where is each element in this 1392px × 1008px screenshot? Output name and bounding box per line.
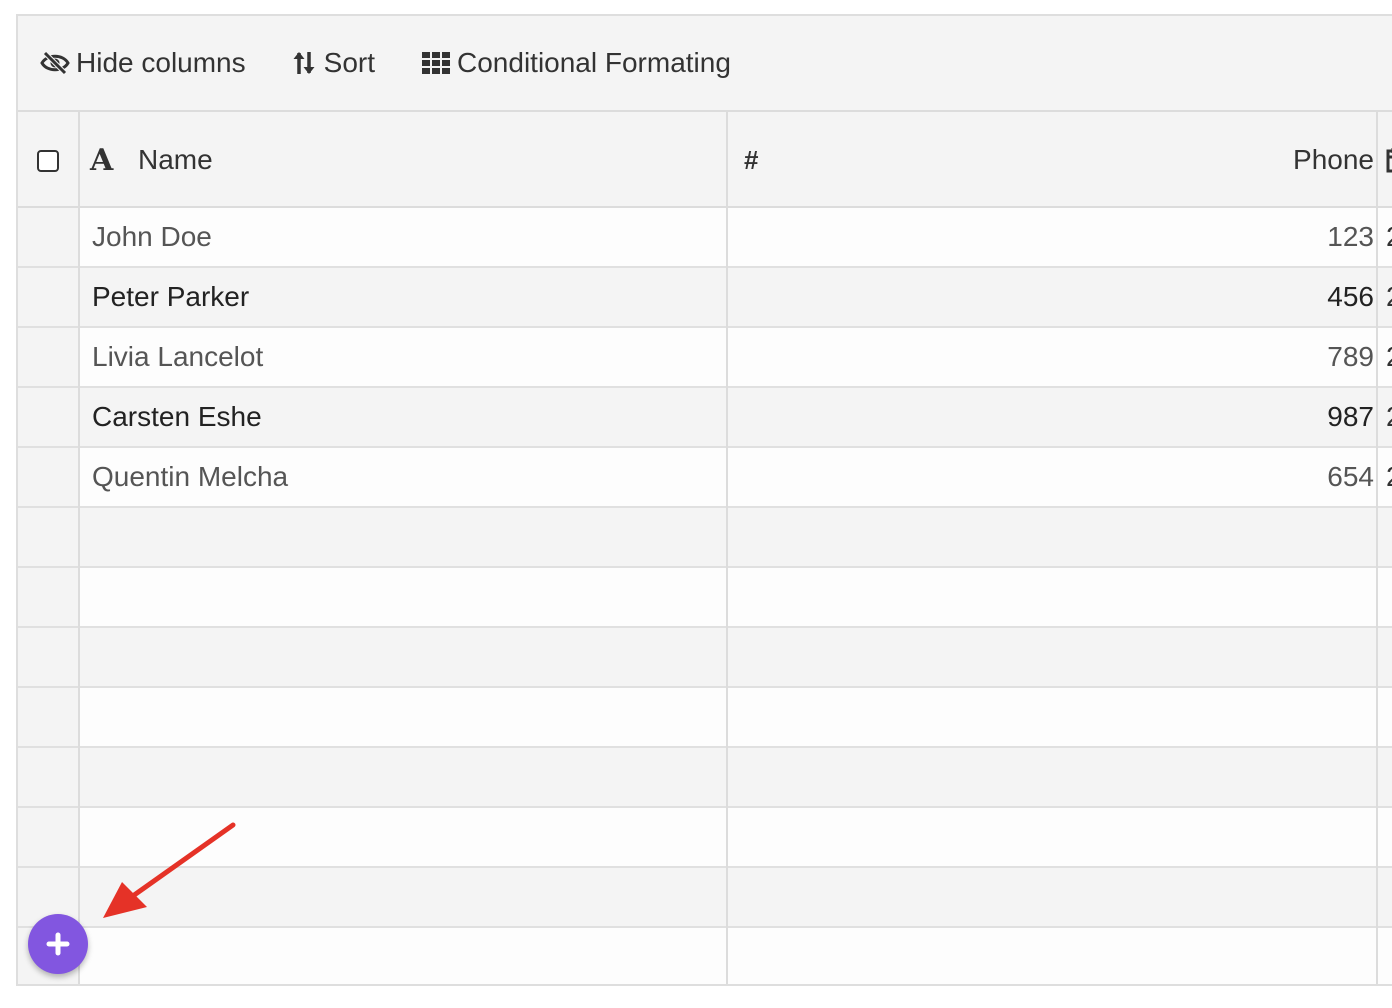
hide-columns-button[interactable]: Hide columns bbox=[40, 47, 246, 79]
select-all-checkbox[interactable] bbox=[37, 150, 59, 172]
cell-next-column[interactable]: 2 bbox=[1386, 388, 1392, 446]
table-row[interactable]: Quentin Melcha 654 2 bbox=[18, 448, 1392, 508]
table-row[interactable] bbox=[18, 508, 1392, 568]
cell-phone[interactable]: 654 bbox=[1327, 448, 1374, 506]
column-divider bbox=[1376, 112, 1378, 984]
table-row[interactable] bbox=[18, 928, 1392, 984]
calendar-icon bbox=[1386, 148, 1392, 173]
text-a-icon: A bbox=[90, 142, 114, 178]
sort-arrows-icon bbox=[293, 52, 315, 74]
eye-slash-icon bbox=[40, 51, 70, 75]
column-phone-label: Phone bbox=[1293, 144, 1374, 175]
sort-label: Sort bbox=[323, 47, 375, 78]
table-row[interactable]: Carsten Eshe 987 2 bbox=[18, 388, 1392, 448]
table-row[interactable] bbox=[18, 748, 1392, 808]
cell-name[interactable]: Peter Parker bbox=[92, 268, 249, 326]
table-row[interactable]: Peter Parker 456 2 bbox=[18, 268, 1392, 328]
column-header-phone[interactable]: Phone bbox=[1293, 112, 1374, 208]
row-select-cell[interactable] bbox=[18, 628, 80, 686]
column-name-label: Name bbox=[138, 144, 213, 175]
row-select-cell[interactable] bbox=[18, 268, 80, 326]
cell-phone[interactable]: 456 bbox=[1327, 268, 1374, 326]
row-select-cell[interactable] bbox=[18, 208, 80, 266]
cell-phone[interactable]: 987 bbox=[1327, 388, 1374, 446]
row-select-cell[interactable] bbox=[18, 328, 80, 386]
cell-next-column[interactable]: 2 bbox=[1386, 208, 1392, 266]
conditional-formatting-label: Conditional Formating bbox=[457, 47, 731, 78]
cell-next-column[interactable]: 2 bbox=[1386, 268, 1392, 326]
cell-next-column[interactable]: 2 bbox=[1386, 448, 1392, 506]
row-select-cell[interactable] bbox=[18, 748, 80, 806]
cell-name[interactable]: Quentin Melcha bbox=[92, 448, 288, 506]
toolbar: Hide columns Sort Conditional Formating bbox=[18, 16, 1392, 112]
column-divider bbox=[78, 112, 80, 984]
cell-name[interactable]: Livia Lancelot bbox=[92, 328, 263, 386]
cell-name[interactable]: John Doe bbox=[92, 208, 212, 266]
grid-icon bbox=[422, 52, 450, 74]
table-row[interactable] bbox=[18, 868, 1392, 928]
row-select-cell[interactable] bbox=[18, 568, 80, 626]
hide-columns-label: Hide columns bbox=[76, 47, 246, 78]
sort-button[interactable]: Sort bbox=[292, 47, 375, 79]
table-row[interactable] bbox=[18, 568, 1392, 628]
cell-phone[interactable]: 123 bbox=[1327, 208, 1374, 266]
row-select-cell[interactable] bbox=[18, 508, 80, 566]
column-divider bbox=[726, 112, 728, 984]
column-header-name[interactable]: A Name bbox=[90, 112, 213, 208]
table-row[interactable]: John Doe 123 2 bbox=[18, 208, 1392, 268]
plus-icon bbox=[46, 932, 70, 956]
row-select-cell[interactable] bbox=[18, 388, 80, 446]
table-row[interactable]: Livia Lancelot 789 2 bbox=[18, 328, 1392, 388]
table-body: John Doe1232Peter Parker4562Livia Lancel… bbox=[18, 208, 1392, 984]
row-select-cell[interactable] bbox=[18, 808, 80, 866]
row-select-cell[interactable] bbox=[18, 448, 80, 506]
row-select-cell[interactable] bbox=[18, 688, 80, 746]
cell-name[interactable]: Carsten Eshe bbox=[92, 388, 262, 446]
add-row-button[interactable] bbox=[28, 914, 88, 974]
table-view: Hide columns Sort Conditional Formating … bbox=[16, 14, 1392, 986]
table-header: A Name # Phone bbox=[18, 112, 1392, 208]
conditional-formatting-button[interactable]: Conditional Formating bbox=[421, 47, 731, 79]
column-type-number-icon: # bbox=[744, 144, 759, 175]
cell-phone[interactable]: 789 bbox=[1327, 328, 1374, 386]
cell-next-column[interactable]: 2 bbox=[1386, 328, 1392, 386]
table-row[interactable] bbox=[18, 808, 1392, 868]
table-row[interactable] bbox=[18, 688, 1392, 748]
table-row[interactable] bbox=[18, 628, 1392, 688]
